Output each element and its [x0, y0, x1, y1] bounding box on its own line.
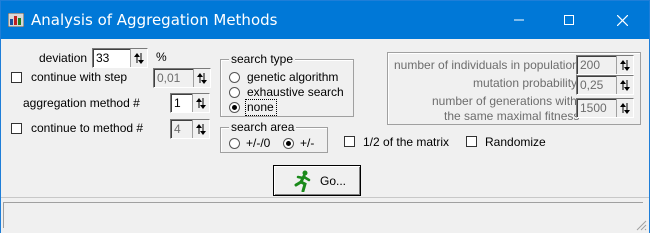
search-type-title: search type	[229, 52, 296, 66]
deviation-spinner[interactable]: 33	[92, 48, 148, 68]
title-bar[interactable]: Analysis of Aggregation Methods	[1, 1, 649, 39]
aggregation-spinner[interactable]: 1	[170, 93, 210, 113]
genetic-algorithm-label: genetic algorithm	[247, 70, 339, 84]
mutation-spinner[interactable]: 0,25	[576, 75, 634, 95]
half-matrix-checkbox[interactable]	[344, 136, 355, 147]
radio-plus-minus-zero[interactable]	[229, 138, 240, 149]
mutation-label: mutation probability	[473, 76, 578, 90]
maximize-button[interactable]	[546, 1, 592, 39]
method-value[interactable]: 4	[174, 122, 181, 136]
generations-spinner[interactable]: 1500	[576, 98, 634, 118]
population-spin-arrows[interactable]	[616, 56, 633, 74]
close-icon	[616, 14, 628, 26]
window-title: Analysis of Aggregation Methods	[31, 11, 278, 29]
exhaustive-search-label: exhaustive search	[247, 85, 344, 99]
continue-method-label: continue to method #	[31, 121, 144, 135]
randomize-checkbox[interactable]	[466, 136, 477, 147]
aggregation-value[interactable]: 1	[174, 96, 181, 110]
spin-arrows-icon	[197, 73, 207, 84]
method-spin-arrows[interactable]	[192, 120, 209, 138]
radio-plus-minus[interactable]	[283, 138, 294, 149]
radio-genetic-algorithm[interactable]	[229, 72, 240, 83]
generations-value[interactable]: 1500	[580, 101, 607, 115]
mutation-value[interactable]: 0,25	[580, 78, 603, 92]
step-spinner[interactable]: 0,01	[153, 68, 211, 88]
client-area: deviation 33 % continue with step 0,01 a…	[1, 39, 649, 197]
deviation-value[interactable]: 33	[96, 51, 109, 65]
status-bar	[1, 197, 649, 233]
spin-arrows-icon	[620, 80, 630, 91]
spin-arrows-icon	[620, 60, 630, 71]
app-icon	[7, 12, 25, 28]
aggregation-spin-arrows[interactable]	[192, 94, 209, 112]
randomize-label: Randomize	[485, 135, 546, 149]
generations-label-line2: the same maximal fitness	[444, 109, 580, 123]
spin-arrows-icon	[620, 103, 630, 114]
aggregation-label: aggregation method #	[23, 96, 140, 110]
minimize-button[interactable]	[496, 1, 542, 39]
spin-arrows-icon	[134, 53, 144, 64]
deviation-spin-arrows[interactable]	[130, 49, 147, 67]
radio-none[interactable]	[229, 102, 240, 113]
step-value[interactable]: 0,01	[157, 71, 180, 85]
population-spinner[interactable]: 200	[576, 55, 634, 75]
method-spinner[interactable]: 4	[170, 119, 210, 139]
step-spin-arrows[interactable]	[193, 69, 210, 87]
search-area-title: search area	[229, 120, 297, 134]
resize-grip-icon[interactable]	[635, 219, 647, 231]
continue-step-checkbox[interactable]	[11, 72, 22, 83]
deviation-unit: %	[156, 50, 167, 64]
mutation-spin-arrows[interactable]	[616, 76, 633, 94]
status-panel	[3, 202, 643, 228]
continue-step-label: continue with step	[31, 70, 128, 84]
deviation-label: deviation	[39, 51, 88, 65]
population-label: number of individuals in population	[394, 58, 579, 72]
minimize-icon	[514, 19, 524, 21]
go-label: Go...	[320, 174, 347, 188]
population-value[interactable]: 200	[580, 58, 600, 72]
continue-method-checkbox[interactable]	[11, 123, 22, 134]
half-matrix-label: 1/2 of the matrix	[363, 135, 450, 149]
running-man-icon	[292, 170, 314, 195]
close-button[interactable]	[599, 1, 645, 39]
plus-minus-zero-label: +/-/0	[246, 136, 271, 150]
app-window: Analysis of Aggregation Methods deviatio…	[0, 0, 650, 233]
generations-label-line1: number of generations with	[432, 94, 577, 108]
plus-minus-label: +/-	[300, 136, 315, 150]
focus-rectangle	[245, 99, 277, 116]
generations-spin-arrows[interactable]	[616, 99, 633, 117]
radio-exhaustive-search[interactable]	[229, 87, 240, 98]
maximize-icon	[564, 15, 574, 25]
go-button[interactable]: Go...	[273, 165, 361, 196]
spin-arrows-icon	[196, 98, 206, 109]
spin-arrows-icon	[196, 124, 206, 135]
